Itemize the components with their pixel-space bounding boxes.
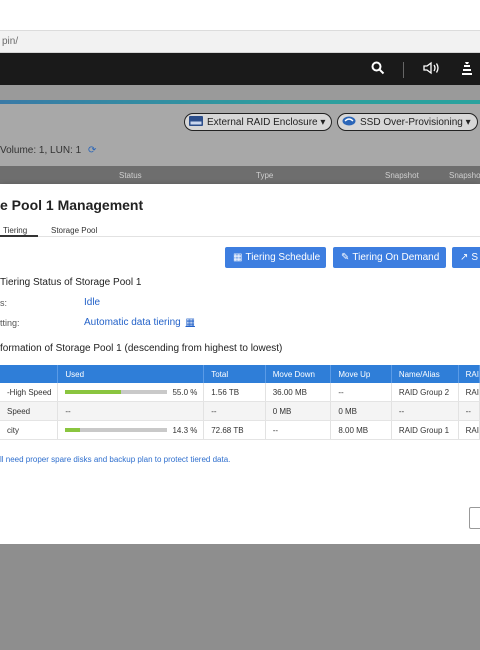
move-up-cell: 0 MB	[330, 401, 392, 421]
tier-name: city	[0, 420, 59, 440]
usage-percent: 14.3 %	[172, 425, 198, 435]
overlay-strip	[0, 85, 480, 100]
usage-percent: 55.0 %	[172, 387, 198, 397]
raid-cell: --	[458, 401, 480, 421]
tier-name: -High Speed	[0, 383, 59, 402]
raid-group-link[interactable]: RAID Group 1	[391, 420, 459, 440]
total-cell: --	[203, 401, 266, 421]
column-used: Used	[57, 365, 205, 383]
tier-name: Speed	[0, 401, 59, 421]
raid-group-link[interactable]: RAID Group 2	[391, 383, 459, 402]
status-value: Idle	[84, 297, 101, 308]
search-icon[interactable]	[371, 61, 385, 78]
tiering-on-demand-button[interactable]: ✎ Tiering On Demand	[333, 247, 446, 268]
used-cell: 14.3 %	[57, 420, 205, 440]
raid-cell: RAI	[458, 383, 480, 402]
raid-cell: RAI	[458, 420, 480, 440]
column-status: Status	[119, 171, 142, 180]
column-snapshot: Snapshot	[385, 171, 419, 180]
volume-icon[interactable]	[423, 61, 441, 78]
column-name-alias: Name/Alias	[391, 365, 459, 383]
tab-divider	[0, 236, 480, 237]
name-cell: --	[391, 401, 459, 421]
column-raid: RAI	[458, 365, 480, 383]
column-move-up: Move Up	[330, 365, 392, 383]
table-row: city 14.3 % 72.68 TB -- 8.00 MB RAID Gro…	[0, 420, 480, 440]
calendar-edit-icon[interactable]: ▦	[186, 317, 195, 328]
status-label: s:	[0, 298, 8, 308]
address-text: pin/	[2, 36, 19, 47]
chevron-down-icon: ▾	[462, 117, 471, 128]
ssd-icon	[342, 115, 356, 126]
stack-icon[interactable]	[460, 61, 474, 80]
usage-bar	[65, 390, 168, 395]
edit-icon: ✎	[341, 252, 350, 263]
column-total: Total	[203, 365, 266, 383]
tiering-note: ll need proper spare disks and backup pl…	[0, 455, 231, 464]
dialog-title: e Pool 1 Management	[0, 197, 144, 213]
tab-storage-pool[interactable]: Storage Pool	[51, 226, 97, 235]
tier-info-heading: formation of Storage Pool 1 (descending …	[0, 343, 283, 354]
setting-value[interactable]: Automatic data tiering ▦	[84, 317, 195, 328]
overlay-bottom	[0, 544, 480, 650]
column-type: Type	[256, 171, 274, 180]
tab-active-indicator	[0, 235, 38, 237]
external-raid-dropdown[interactable]: External RAID Enclosure ▾	[184, 113, 333, 131]
tier-info-table: Used Total Move Down Move Up Name/Alias …	[0, 365, 480, 440]
move-up-cell: --	[330, 383, 392, 402]
usage-bar	[65, 428, 168, 433]
used-cell: --	[57, 401, 205, 421]
column-tier	[0, 365, 59, 383]
table-row: -High Speed 55.0 % 1.56 TB 36.00 MB -- R…	[0, 383, 480, 402]
app-header	[0, 53, 480, 85]
total-cell: 1.56 TB	[203, 383, 266, 402]
refresh-icon[interactable]: ⟳	[88, 145, 96, 156]
raid-enclosure-icon	[189, 115, 203, 126]
address-bar[interactable]: pin/	[0, 31, 480, 53]
chevron-down-icon: ▾	[317, 117, 326, 128]
move-up-cell: 8.00 MB	[330, 420, 392, 440]
header-divider	[403, 62, 404, 78]
storage-pool-management-dialog	[0, 184, 480, 544]
tiering-status-heading: Tiering Status of Storage Pool 1	[0, 277, 142, 288]
table-row: Speed -- -- 0 MB 0 MB -- --	[0, 401, 480, 421]
calendar-icon: ▦	[233, 252, 243, 263]
used-cell: 55.0 %	[57, 383, 205, 402]
chart-line-icon: ↗	[460, 252, 469, 263]
table-header-row: Used Total Move Down Move Up Name/Alias …	[0, 365, 480, 383]
tiering-schedule-button[interactable]: ▦ Tiering Schedule	[225, 247, 326, 268]
browser-tab-strip	[0, 0, 480, 31]
tab-tiering[interactable]: Tiering	[3, 226, 27, 235]
statistics-button[interactable]: ↗ S	[452, 247, 480, 268]
setting-label: tting:	[0, 318, 20, 328]
column-move-down: Move Down	[265, 365, 332, 383]
column-snapshot-2: Snapshot	[449, 171, 480, 180]
move-down-cell: 0 MB	[265, 401, 332, 421]
volume-summary: Volume: 1, LUN: 1 ⟳	[0, 145, 97, 156]
ssd-overprovisioning-dropdown[interactable]: SSD Over-Provisioning ▾	[337, 113, 478, 131]
total-cell: 72.68 TB	[203, 420, 266, 440]
dialog-close-button[interactable]	[469, 507, 480, 529]
move-down-cell: --	[265, 420, 332, 440]
move-down-cell: 36.00 MB	[265, 383, 332, 402]
